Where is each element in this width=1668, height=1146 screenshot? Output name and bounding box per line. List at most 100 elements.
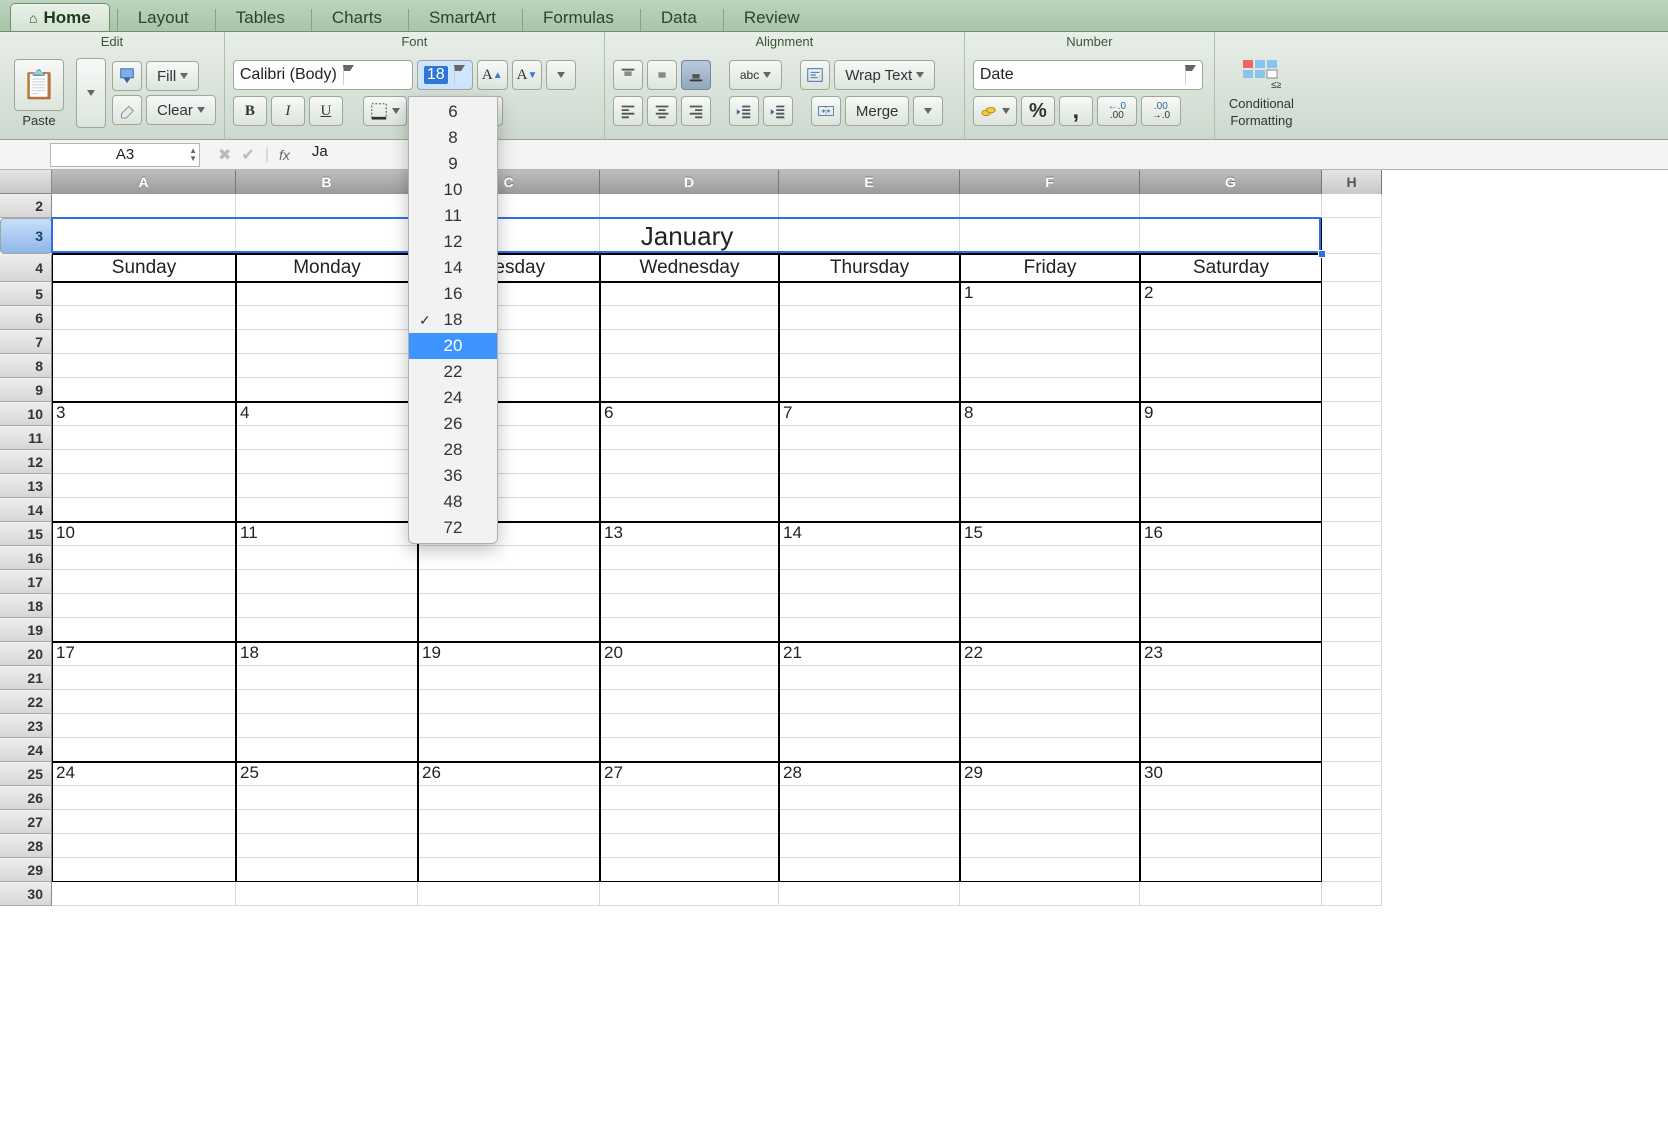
decrease-decimal-button[interactable]: .00→.0: [1141, 96, 1181, 126]
fill-button[interactable]: [112, 61, 142, 91]
cell[interactable]: 10: [52, 522, 236, 546]
cell[interactable]: Sunday: [52, 254, 236, 282]
merge-button[interactable]: Merge: [845, 96, 910, 126]
cell[interactable]: [236, 282, 418, 402]
row-header[interactable]: 9: [0, 378, 52, 402]
cell[interactable]: Monday: [236, 254, 418, 282]
row-header[interactable]: 17: [0, 570, 52, 594]
tab-charts[interactable]: Charts: [313, 3, 401, 31]
cell[interactable]: [1322, 690, 1382, 714]
row-header[interactable]: 26: [0, 786, 52, 810]
shrink-font-button[interactable]: A▼: [512, 60, 543, 90]
accept-formula-button[interactable]: ✔: [241, 145, 254, 165]
row-header[interactable]: 5: [0, 282, 52, 306]
cell[interactable]: 14: [779, 522, 960, 546]
tab-smartart[interactable]: SmartArt: [410, 3, 515, 31]
spreadsheet-grid[interactable]: ABCDEFGH 2345678910111213141516171819202…: [0, 170, 1668, 930]
cell[interactable]: [1322, 714, 1382, 738]
cell[interactable]: 28: [779, 762, 960, 786]
valign-bottom-button[interactable]: [681, 60, 711, 90]
cell[interactable]: [779, 882, 960, 906]
percent-button[interactable]: %: [1021, 96, 1055, 126]
wrap-icon-button[interactable]: [800, 60, 830, 90]
cell[interactable]: 23: [1140, 642, 1322, 666]
cell[interactable]: Wednesday: [600, 254, 779, 282]
merge-dropdown[interactable]: [913, 96, 943, 126]
cell[interactable]: [52, 882, 236, 906]
name-box[interactable]: A3 ▲▼: [50, 143, 200, 167]
tab-layout[interactable]: Layout: [119, 3, 208, 31]
row-header[interactable]: 28: [0, 834, 52, 858]
clear-label-button[interactable]: Clear: [146, 95, 216, 125]
cell[interactable]: 2: [1140, 282, 1322, 306]
font-size-select[interactable]: 18: [417, 60, 473, 90]
row-header[interactable]: 22: [0, 690, 52, 714]
cell[interactable]: [1322, 474, 1382, 498]
cell[interactable]: [1322, 546, 1382, 570]
fx-icon[interactable]: fx: [279, 147, 290, 163]
cell[interactable]: [1322, 522, 1382, 546]
cell[interactable]: [236, 194, 418, 218]
halign-left-button[interactable]: [613, 96, 643, 126]
cell[interactable]: [1322, 762, 1382, 786]
cell[interactable]: [960, 882, 1140, 906]
row-header[interactable]: 6: [0, 306, 52, 330]
row-header[interactable]: 20: [0, 642, 52, 666]
cell[interactable]: 26: [418, 762, 600, 786]
column-header[interactable]: G: [1140, 170, 1322, 194]
cell[interactable]: [1322, 330, 1382, 354]
halign-center-button[interactable]: [647, 96, 677, 126]
cell[interactable]: 13: [600, 522, 779, 546]
font-size-option[interactable]: 8: [409, 125, 497, 151]
cell[interactable]: [1322, 498, 1382, 522]
cell[interactable]: [1322, 306, 1382, 330]
fill-label-button[interactable]: Fill: [146, 61, 199, 91]
outdent-button[interactable]: [729, 96, 759, 126]
wrap-text-button[interactable]: Wrap Text: [834, 60, 935, 90]
row-header[interactable]: 15: [0, 522, 52, 546]
font-size-option[interactable]: 20: [409, 333, 497, 359]
cell[interactable]: 18: [236, 642, 418, 666]
bold-button[interactable]: B: [233, 96, 267, 126]
cell[interactable]: Friday: [960, 254, 1140, 282]
cell[interactable]: [1140, 882, 1322, 906]
cell[interactable]: 9: [1140, 402, 1322, 426]
namebox-stepper-icon[interactable]: ▲▼: [189, 147, 197, 163]
cell[interactable]: [1322, 570, 1382, 594]
font-size-option[interactable]: 36: [409, 463, 497, 489]
selection-fill-handle[interactable]: [1318, 250, 1326, 258]
select-all-corner[interactable]: [0, 170, 52, 194]
cell[interactable]: [1322, 786, 1382, 810]
formula-input[interactable]: Ja: [308, 143, 1668, 167]
cell[interactable]: [1140, 194, 1322, 218]
cell[interactable]: [1322, 426, 1382, 450]
cell[interactable]: 16: [1140, 522, 1322, 546]
cell[interactable]: 15: [960, 522, 1140, 546]
cancel-formula-button[interactable]: ✖: [218, 145, 231, 165]
italic-button[interactable]: I: [271, 96, 305, 126]
row-header[interactable]: 4: [0, 254, 52, 282]
row-header[interactable]: 25: [0, 762, 52, 786]
row-header[interactable]: 27: [0, 810, 52, 834]
cell[interactable]: 8: [960, 402, 1140, 426]
font-size-option[interactable]: 11: [409, 203, 497, 229]
cell[interactable]: [418, 882, 600, 906]
cell[interactable]: [52, 194, 236, 218]
paste-dropdown[interactable]: [76, 58, 106, 128]
cell[interactable]: 27: [600, 762, 779, 786]
cell[interactable]: 24: [52, 762, 236, 786]
cell[interactable]: 11: [236, 522, 418, 546]
row-header[interactable]: 13: [0, 474, 52, 498]
cell[interactable]: [1322, 354, 1382, 378]
tab-data[interactable]: Data: [642, 3, 716, 31]
cell[interactable]: [1322, 402, 1382, 426]
cell[interactable]: [1322, 882, 1382, 906]
conditional-formatting-button[interactable]: ≤≥ Conditional Formatting: [1223, 58, 1300, 128]
valign-middle-button[interactable]: [647, 60, 677, 90]
tab-review[interactable]: Review: [725, 3, 819, 31]
halign-right-button[interactable]: [681, 96, 711, 126]
border-button[interactable]: [363, 96, 407, 126]
cell[interactable]: 6: [600, 402, 779, 426]
row-header[interactable]: 18: [0, 594, 52, 618]
tab-formulas[interactable]: Formulas: [524, 3, 633, 31]
